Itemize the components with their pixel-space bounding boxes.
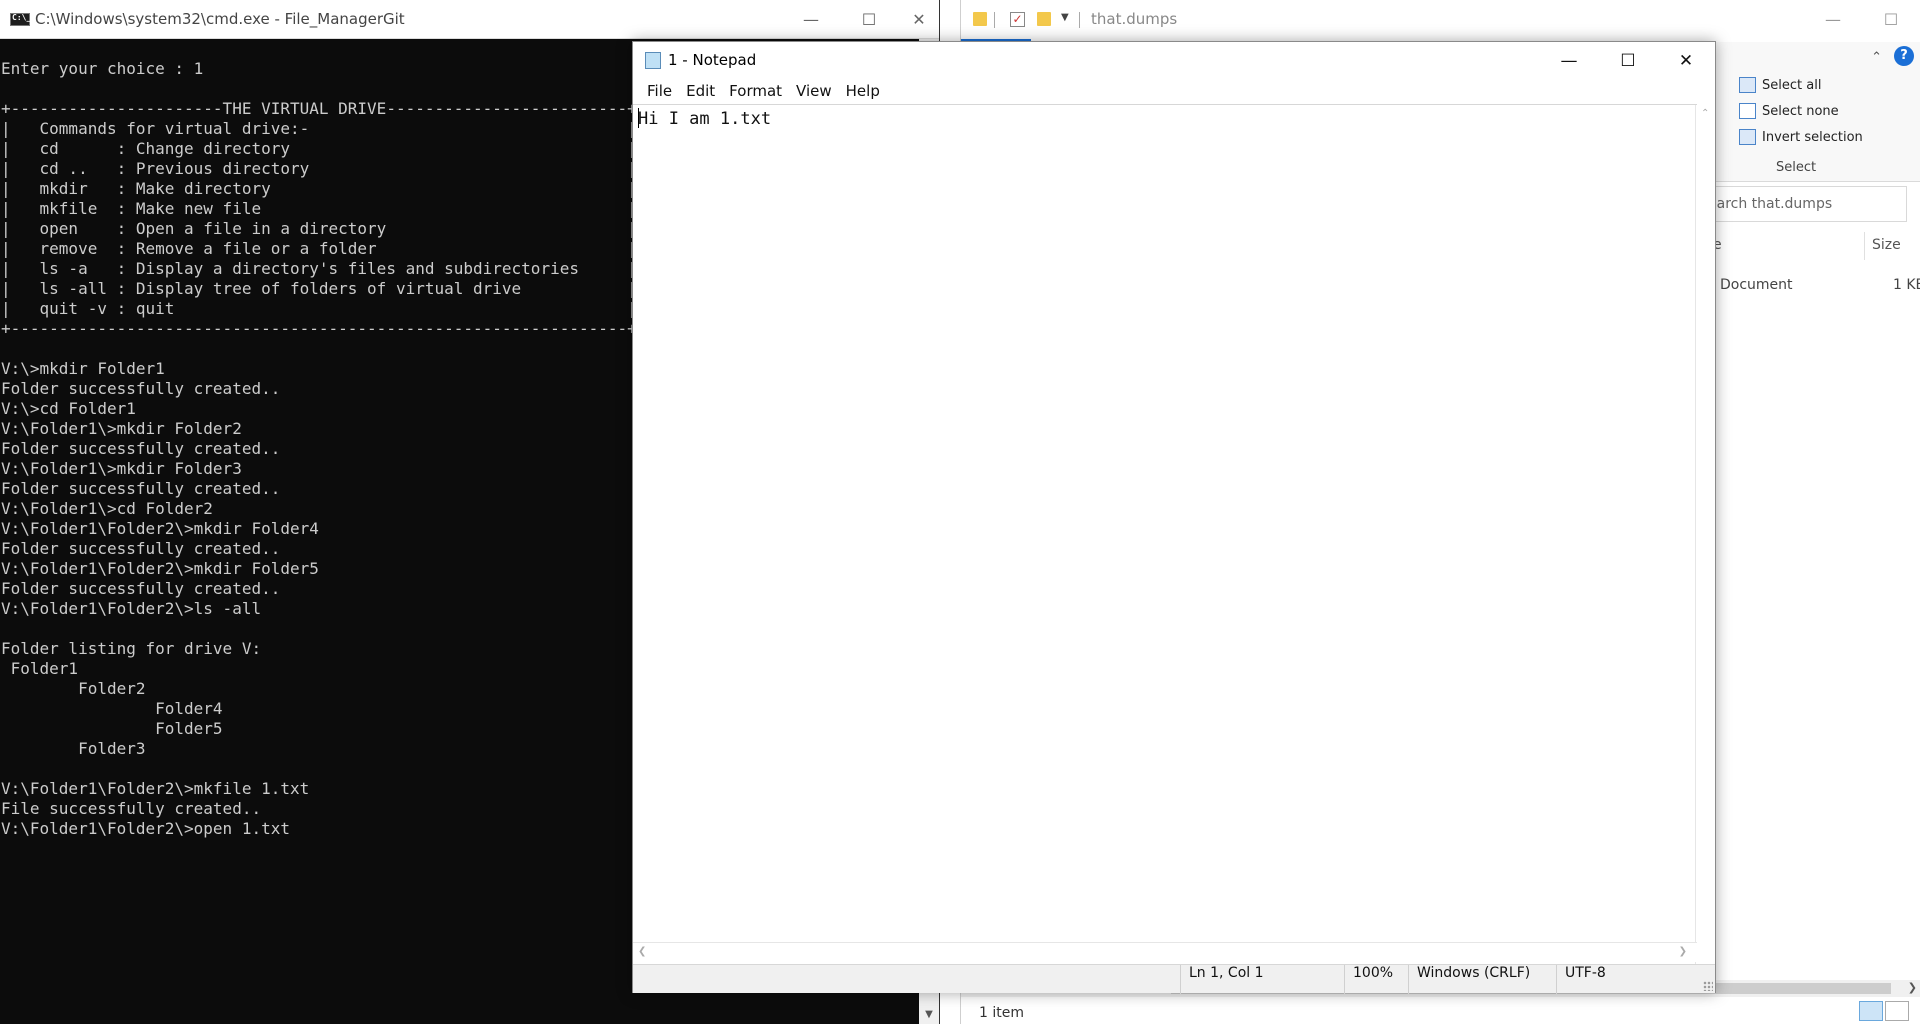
scroll-right-icon[interactable]: ❯: [1908, 981, 1917, 994]
large-icons-view-button[interactable]: [1885, 1001, 1909, 1021]
notepad-close-button[interactable]: ✕: [1657, 42, 1715, 79]
select-group-label: Select: [1776, 160, 1817, 175]
select-none-label: Select none: [1762, 103, 1839, 119]
qa-separator: [1079, 12, 1080, 28]
scroll-up-icon[interactable]: ⌃: [1701, 108, 1709, 119]
folder-icon: [973, 12, 987, 26]
notepad-statusbar: Ln 1, Col 1 100% Windows (CRLF) UTF-8: [633, 964, 1715, 994]
select-none-icon: [1739, 103, 1756, 119]
scroll-left-icon[interactable]: ❮: [638, 946, 646, 957]
explorer-maximize-button[interactable]: ☐: [1862, 0, 1920, 39]
properties-icon[interactable]: ✓: [1010, 12, 1025, 27]
customize-toolbar-icon[interactable]: ▼: [1061, 12, 1069, 28]
file-size-cell: 1 KB: [1893, 277, 1920, 293]
invert-selection-label: Invert selection: [1762, 129, 1863, 145]
details-view-button[interactable]: [1859, 1001, 1883, 1021]
notepad-titlebar[interactable]: 1 - Notepad — ☐ ✕: [633, 42, 1715, 79]
notepad-app-icon: [645, 52, 661, 69]
menu-help[interactable]: Help: [839, 79, 887, 104]
select-all-button[interactable]: Select all: [1739, 74, 1821, 96]
scroll-down-icon[interactable]: ▼: [919, 1004, 939, 1024]
column-divider[interactable]: [1864, 232, 1865, 260]
search-input[interactable]: earch that.dumps: [1699, 186, 1907, 222]
notepad-horizontal-scrollbar[interactable]: ❮ ❯: [633, 942, 1697, 962]
resize-grip-icon[interactable]: [1703, 981, 1713, 991]
explorer-titlebar[interactable]: ✓ ▼ that.dumps — ☐: [961, 0, 1920, 39]
cmd-app-icon: [10, 13, 31, 26]
cmd-title: C:\Windows\system32\cmd.exe - File_Manag…: [35, 10, 405, 28]
maximize-icon: ☐: [1620, 50, 1636, 71]
close-icon: ✕: [912, 10, 926, 29]
cursor-position: Ln 1, Col 1: [1180, 965, 1344, 994]
qa-separator: [994, 12, 995, 28]
encoding: UTF-8: [1556, 965, 1696, 994]
invert-selection-button[interactable]: Invert selection: [1739, 126, 1863, 148]
close-icon: ✕: [1678, 50, 1694, 71]
cmd-close-button[interactable]: ✕: [898, 0, 940, 39]
notepad-title: 1 - Notepad: [668, 51, 757, 69]
search-placeholder: earch that.dumps: [1708, 196, 1833, 212]
menu-format[interactable]: Format: [722, 79, 789, 104]
menu-view[interactable]: View: [789, 79, 839, 104]
menu-edit[interactable]: Edit: [679, 79, 722, 104]
select-all-label: Select all: [1762, 77, 1822, 93]
minimize-icon: —: [1825, 10, 1841, 29]
select-none-button[interactable]: Select none: [1739, 100, 1839, 122]
maximize-icon: ☐: [1883, 10, 1899, 29]
select-all-icon: [1739, 77, 1756, 93]
cmd-output[interactable]: Enter your choice : 1 +-----------------…: [0, 39, 632, 1024]
notepad-minimize-button[interactable]: —: [1540, 42, 1598, 79]
cmd-maximize-button[interactable]: ☐: [840, 0, 898, 39]
ribbon-collapse-icon[interactable]: ⌃: [1871, 50, 1882, 65]
zoom-level: 100%: [1344, 965, 1408, 994]
notepad-text-area[interactable]: Hi I am 1.txt: [633, 104, 1697, 983]
new-folder-icon[interactable]: [1037, 12, 1051, 26]
line-ending: Windows (CRLF): [1408, 965, 1556, 994]
notepad-vertical-scrollbar[interactable]: ⌃ ⌄: [1695, 105, 1715, 983]
file-type-cell[interactable]: Document: [1720, 277, 1793, 293]
minimize-icon: —: [803, 10, 819, 29]
notepad-menubar: File Edit Format View Help: [633, 79, 1715, 104]
notepad-maximize-button[interactable]: ☐: [1599, 42, 1657, 79]
maximize-icon: ☐: [861, 10, 877, 29]
minimize-icon: —: [1560, 50, 1578, 71]
explorer-statusbar: 1 item: [961, 997, 1920, 1024]
scroll-right-icon[interactable]: ❯: [1679, 946, 1687, 957]
menu-file[interactable]: File: [640, 79, 679, 104]
cmd-titlebar[interactable]: C:\Windows\system32\cmd.exe - File_Manag…: [0, 0, 939, 39]
explorer-title: that.dumps: [1091, 10, 1178, 28]
text-caret: [638, 108, 639, 128]
help-button[interactable]: ?: [1894, 46, 1914, 66]
cmd-minimize-button[interactable]: —: [782, 0, 840, 39]
item-count: 1 item: [979, 1005, 1024, 1021]
invert-selection-icon: [1739, 129, 1756, 145]
notepad-window: 1 - Notepad — ☐ ✕ File Edit Format View …: [632, 41, 1716, 994]
explorer-minimize-button[interactable]: —: [1804, 0, 1862, 39]
column-header-size[interactable]: Size: [1872, 237, 1901, 253]
